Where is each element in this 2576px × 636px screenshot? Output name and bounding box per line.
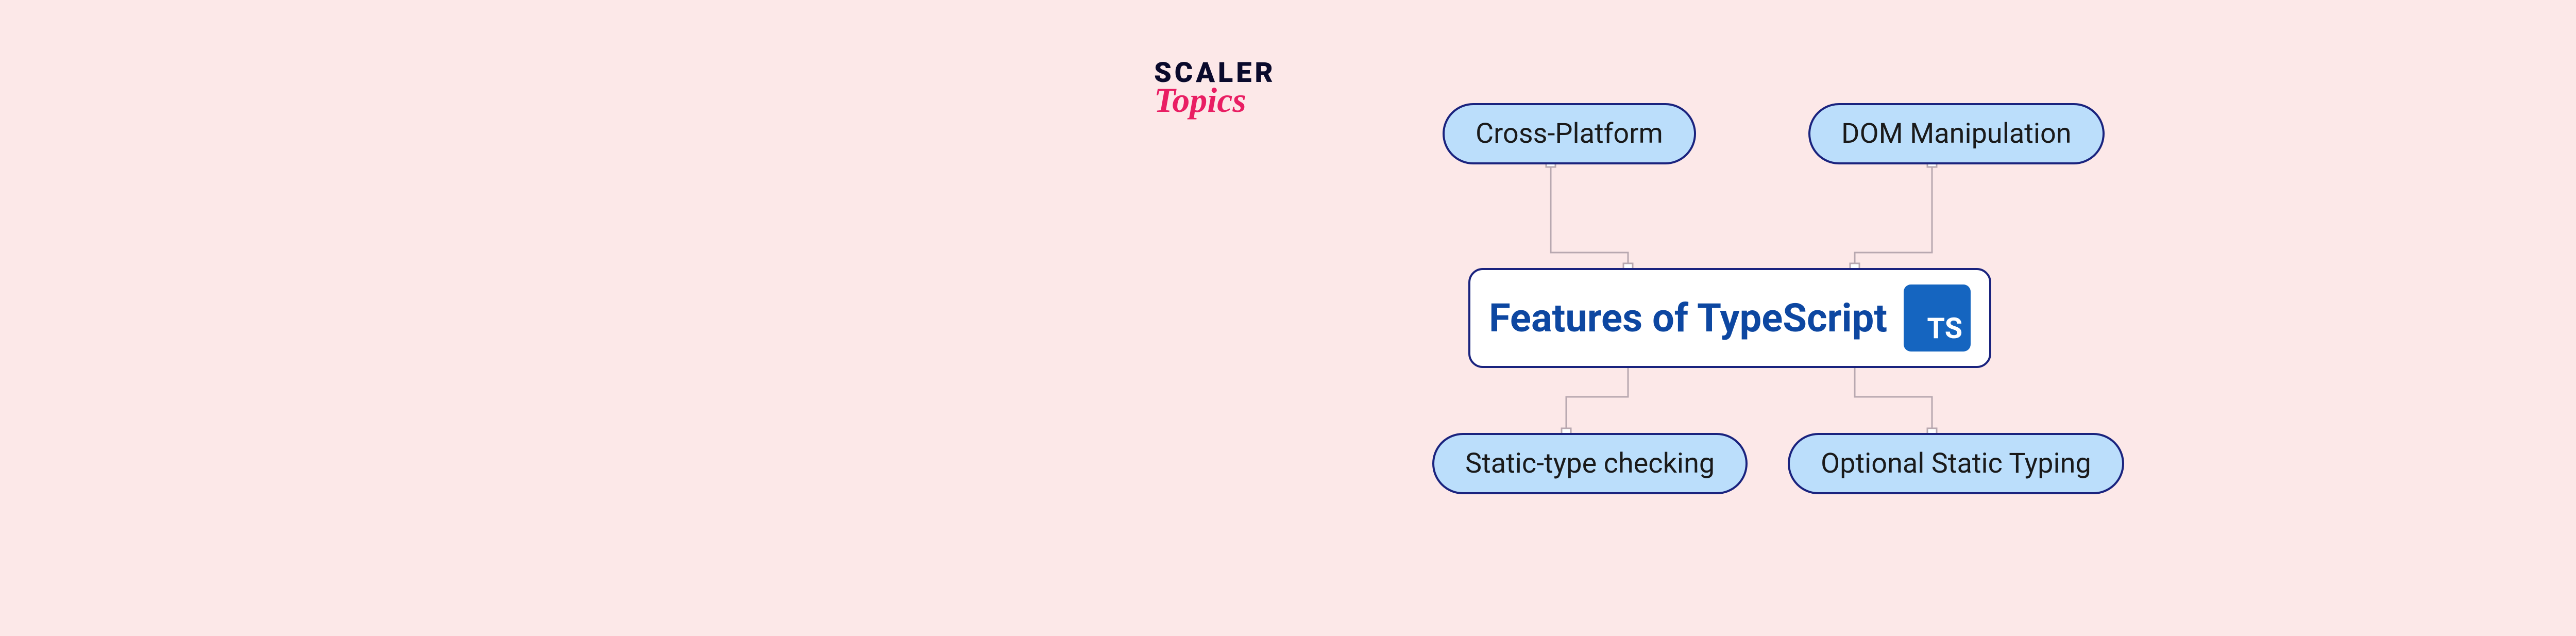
feature-cross-platform: Cross-Platform	[1443, 103, 1696, 164]
feature-static-type-checking: Static-type checking	[1432, 433, 1748, 494]
feature-label: Optional Static Typing	[1821, 447, 2091, 480]
ts-badge-text: TS	[1927, 311, 1962, 345]
features-diagram: Cross-Platform DOM Manipulation Features…	[1412, 103, 2236, 495]
feature-dom-manipulation: DOM Manipulation	[1808, 103, 2105, 164]
typescript-icon: TS	[1904, 284, 1971, 352]
feature-label: Cross-Platform	[1476, 118, 1663, 150]
center-box: Features of TypeScript TS	[1468, 268, 1991, 368]
feature-optional-static-typing: Optional Static Typing	[1788, 433, 2124, 494]
scaler-logo: SCALER Topics	[1154, 57, 1276, 121]
center-title: Features of TypeScript	[1489, 295, 1887, 341]
feature-label: DOM Manipulation	[1841, 118, 2072, 150]
feature-label: Static-type checking	[1465, 447, 1715, 480]
